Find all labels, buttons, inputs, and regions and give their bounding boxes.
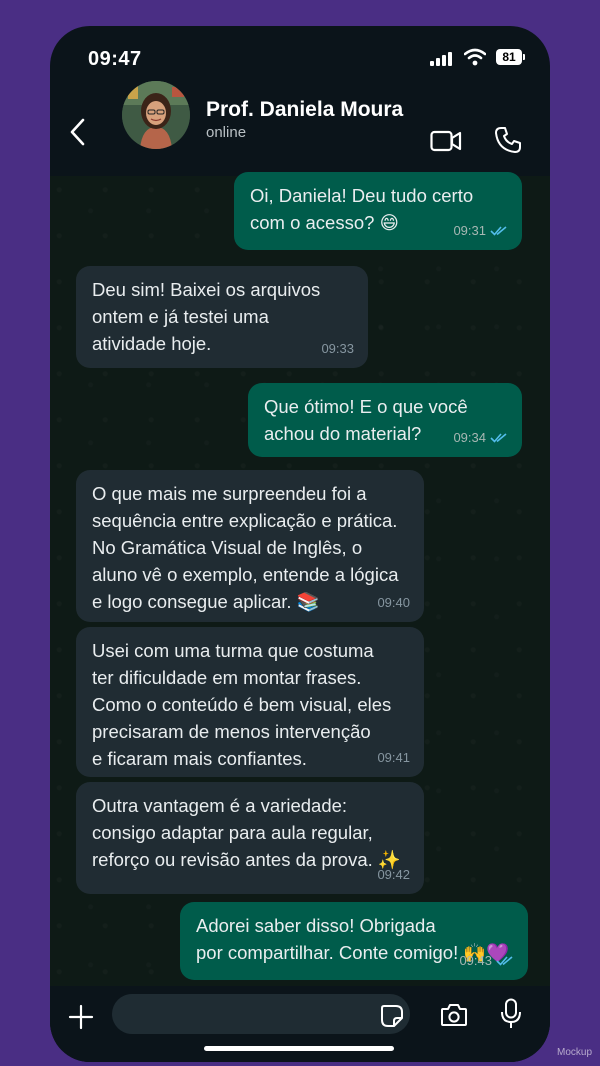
message-text: Outra vantagem é a variedade: consigo ad… [92, 795, 401, 870]
cellular-signal-icon [430, 52, 456, 66]
message-text: Usei com uma turma que costuma ter dific… [92, 640, 392, 769]
read-receipt-icon [490, 225, 507, 236]
message-bubble-incoming[interactable]: Outra vantagem é a variedade: consigo ad… [76, 782, 424, 894]
sticker-icon[interactable] [380, 1004, 404, 1028]
message-meta: 09:41 [377, 744, 410, 771]
message-meta: 09:43 [459, 947, 514, 974]
contact-name[interactable]: Prof. Daniela Moura [206, 98, 403, 122]
microphone-icon[interactable] [500, 998, 522, 1030]
message-bubble-outgoing[interactable]: Que ótimo! E o que você achou do materia… [248, 383, 522, 457]
message-text: O que mais me surpreendeu foi a sequênci… [92, 483, 399, 612]
message-bubble-incoming[interactable]: O que mais me surpreendeu foi a sequênci… [76, 470, 424, 622]
watermark: Mockup [556, 1047, 592, 1058]
message-bubble-outgoing[interactable]: Adorei saber disso! Obrigada por compart… [180, 902, 528, 980]
phone-frame: 09:47 81 Prof. Daniela Moura online Oi, … [50, 26, 550, 1062]
contact-status: online [206, 124, 247, 141]
message-meta: 09:33 [321, 335, 354, 362]
message-time: 09:42 [377, 867, 410, 882]
message-bubble-outgoing[interactable]: Oi, Daniela! Deu tudo certo com o acesso… [234, 172, 522, 250]
camera-icon[interactable] [440, 1002, 468, 1028]
message-time: 09:40 [377, 595, 410, 610]
message-time: 09:33 [321, 341, 354, 356]
voice-call-icon[interactable] [494, 126, 522, 154]
message-time: 09:31 [453, 223, 486, 238]
read-receipt-icon [496, 955, 513, 966]
message-meta: 09:42 [377, 861, 410, 888]
message-bubble-incoming[interactable]: Deu sim! Baixei os arquivos ontem e já t… [76, 266, 368, 368]
status-time: 09:47 [88, 48, 142, 70]
wifi-icon [464, 48, 486, 66]
message-meta: 09:40 [377, 589, 410, 616]
message-meta: 09:31 [453, 217, 508, 244]
message-time: 09:41 [377, 750, 410, 765]
message-text: Deu sim! Baixei os arquivos ontem e já t… [92, 279, 321, 354]
plus-icon[interactable] [68, 1004, 94, 1030]
message-meta: 09:34 [453, 424, 508, 451]
message-bubble-incoming[interactable]: Usei com uma turma que costuma ter dific… [76, 627, 424, 777]
back-arrow-icon[interactable] [66, 116, 90, 148]
home-indicator[interactable] [204, 1046, 394, 1051]
message-time: 09:34 [453, 430, 486, 445]
status-bar: 09:47 81 [50, 26, 550, 88]
video-call-icon[interactable] [430, 130, 462, 152]
message-input[interactable] [112, 994, 410, 1034]
battery-indicator: 81 [496, 49, 525, 65]
read-receipt-icon [490, 432, 507, 443]
message-time: 09:43 [459, 953, 492, 968]
avatar[interactable] [122, 81, 190, 149]
